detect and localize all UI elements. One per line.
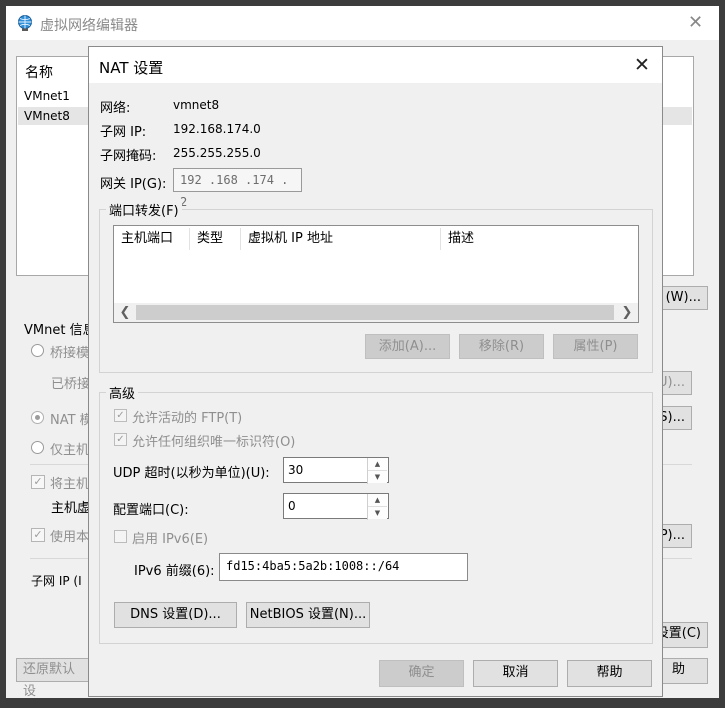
stepper-buttons: ▲ ▼: [367, 458, 388, 484]
network-globe-icon: [16, 14, 34, 36]
dns-settings-button[interactable]: DNS 设置(D)...: [114, 602, 237, 628]
radio-host-only[interactable]: [31, 441, 44, 454]
radio-bridged[interactable]: [31, 344, 44, 357]
network-value: vmnet8: [173, 98, 220, 112]
check-connect-host-label: 将主机: [50, 477, 90, 492]
allow-ftp-label: 允许活动的 FTP(T): [132, 411, 243, 426]
nat-settings-dialog: NAT 设置 ✕ 网络: vmnet8 子网 IP: 192.168.174.0…: [88, 46, 663, 697]
port-forwarding-table[interactable]: 主机端口 类型 虚拟机 IP 地址 描述 ❮ ❯: [113, 225, 639, 323]
allow-oui-checkbox[interactable]: ✓: [114, 433, 127, 446]
vmnet-info-label: VMnet 信息: [24, 323, 96, 338]
column-header-description[interactable]: 描述: [441, 228, 638, 250]
stepper-down-icon[interactable]: ▼: [368, 471, 387, 483]
netbios-settings-button[interactable]: NetBIOS 设置(N)...: [246, 602, 370, 628]
ok-button[interactable]: 确定: [379, 660, 464, 687]
ipv6-prefix-input[interactable]: fd15:4ba5:5a2b:1008::/64: [219, 553, 468, 581]
scroll-right-icon[interactable]: ❯: [618, 303, 636, 322]
advanced-title: 高级: [106, 383, 139, 402]
subnet-ip-label: 子网 IP:: [100, 125, 147, 140]
stepper-up-icon[interactable]: ▲: [368, 494, 387, 507]
bg-title-bar: 虚拟网络编辑器 ✕: [6, 6, 719, 40]
ipv6-prefix-label: IPv6 前缀(6):: [134, 564, 215, 579]
stepper-up-icon[interactable]: ▲: [368, 458, 387, 471]
radio-nat-label: NAT 模: [50, 413, 93, 428]
enable-ipv6-checkbox[interactable]: [114, 530, 127, 543]
stepper-down-icon[interactable]: ▼: [368, 507, 387, 519]
subnet-ip-label: 子网 IP (I: [31, 574, 82, 588]
scrollbar-thumb[interactable]: [136, 305, 614, 320]
gateway-label: 网关 IP(G):: [100, 177, 167, 192]
list-header-name: 名称: [25, 65, 53, 81]
cancel-button[interactable]: 取消: [473, 660, 558, 687]
udp-timeout-label: UDP 超时(以秒为单位)(U):: [113, 466, 270, 481]
dialog-title-bar: NAT 设置 ✕: [89, 47, 662, 83]
bg-close-icon[interactable]: ✕: [688, 12, 703, 33]
radio-host-only-label: 仅主机: [50, 443, 90, 458]
subnet-ip-value: 192.168.174.0: [173, 122, 261, 136]
radio-nat[interactable]: [31, 411, 44, 424]
help-button[interactable]: 帮助: [567, 660, 652, 687]
restore-defaults-button[interactable]: 还原默认设: [16, 658, 94, 699]
column-header-host-port[interactable]: 主机端口: [114, 228, 190, 250]
horizontal-scrollbar[interactable]: ❮ ❯: [114, 303, 638, 322]
dialog-title: NAT 设置: [99, 59, 164, 77]
network-label: 网络:: [100, 101, 131, 116]
bridged-to-label: 已桥接: [51, 377, 91, 392]
scroll-left-icon[interactable]: ❮: [116, 303, 134, 322]
subnet-mask-label: 子网掩码:: [100, 149, 157, 164]
close-icon[interactable]: ✕: [634, 54, 650, 76]
udp-timeout-stepper[interactable]: 30 ▲ ▼: [283, 457, 389, 484]
bg-window-title: 虚拟网络编辑器: [40, 18, 138, 34]
enable-ipv6-label: 启用 IPv6(E): [132, 532, 209, 547]
gateway-input[interactable]: 192 .168 .174 . 2: [173, 168, 302, 209]
add-button[interactable]: 添加(A)...: [365, 334, 450, 359]
properties-button[interactable]: 属性(P): [553, 334, 638, 359]
config-port-value[interactable]: 0: [288, 499, 296, 513]
udp-timeout-value[interactable]: 30: [288, 463, 303, 477]
check-dhcp[interactable]: ✓: [31, 528, 45, 542]
column-header-type[interactable]: 类型: [190, 228, 241, 250]
check-dhcp-label: 使用本: [50, 530, 90, 545]
remove-button[interactable]: 移除(R): [459, 334, 544, 359]
column-header-vm-ip[interactable]: 虚拟机 IP 地址: [241, 228, 441, 250]
check-connect-host[interactable]: ✓: [31, 475, 45, 489]
config-port-stepper[interactable]: 0 ▲ ▼: [283, 493, 389, 520]
stepper-buttons: ▲ ▼: [367, 494, 388, 520]
allow-oui-label: 允许任何组织唯一标识符(O): [132, 435, 296, 450]
host-virtual-label: 主机虚: [51, 501, 91, 516]
allow-ftp-checkbox[interactable]: ✓: [114, 409, 127, 422]
config-port-label: 配置端口(C):: [113, 503, 189, 518]
radio-bridged-label: 桥接模: [50, 346, 90, 361]
port-forwarding-title: 端口转发(F): [106, 200, 182, 219]
subnet-mask-value: 255.255.255.0: [173, 146, 261, 160]
